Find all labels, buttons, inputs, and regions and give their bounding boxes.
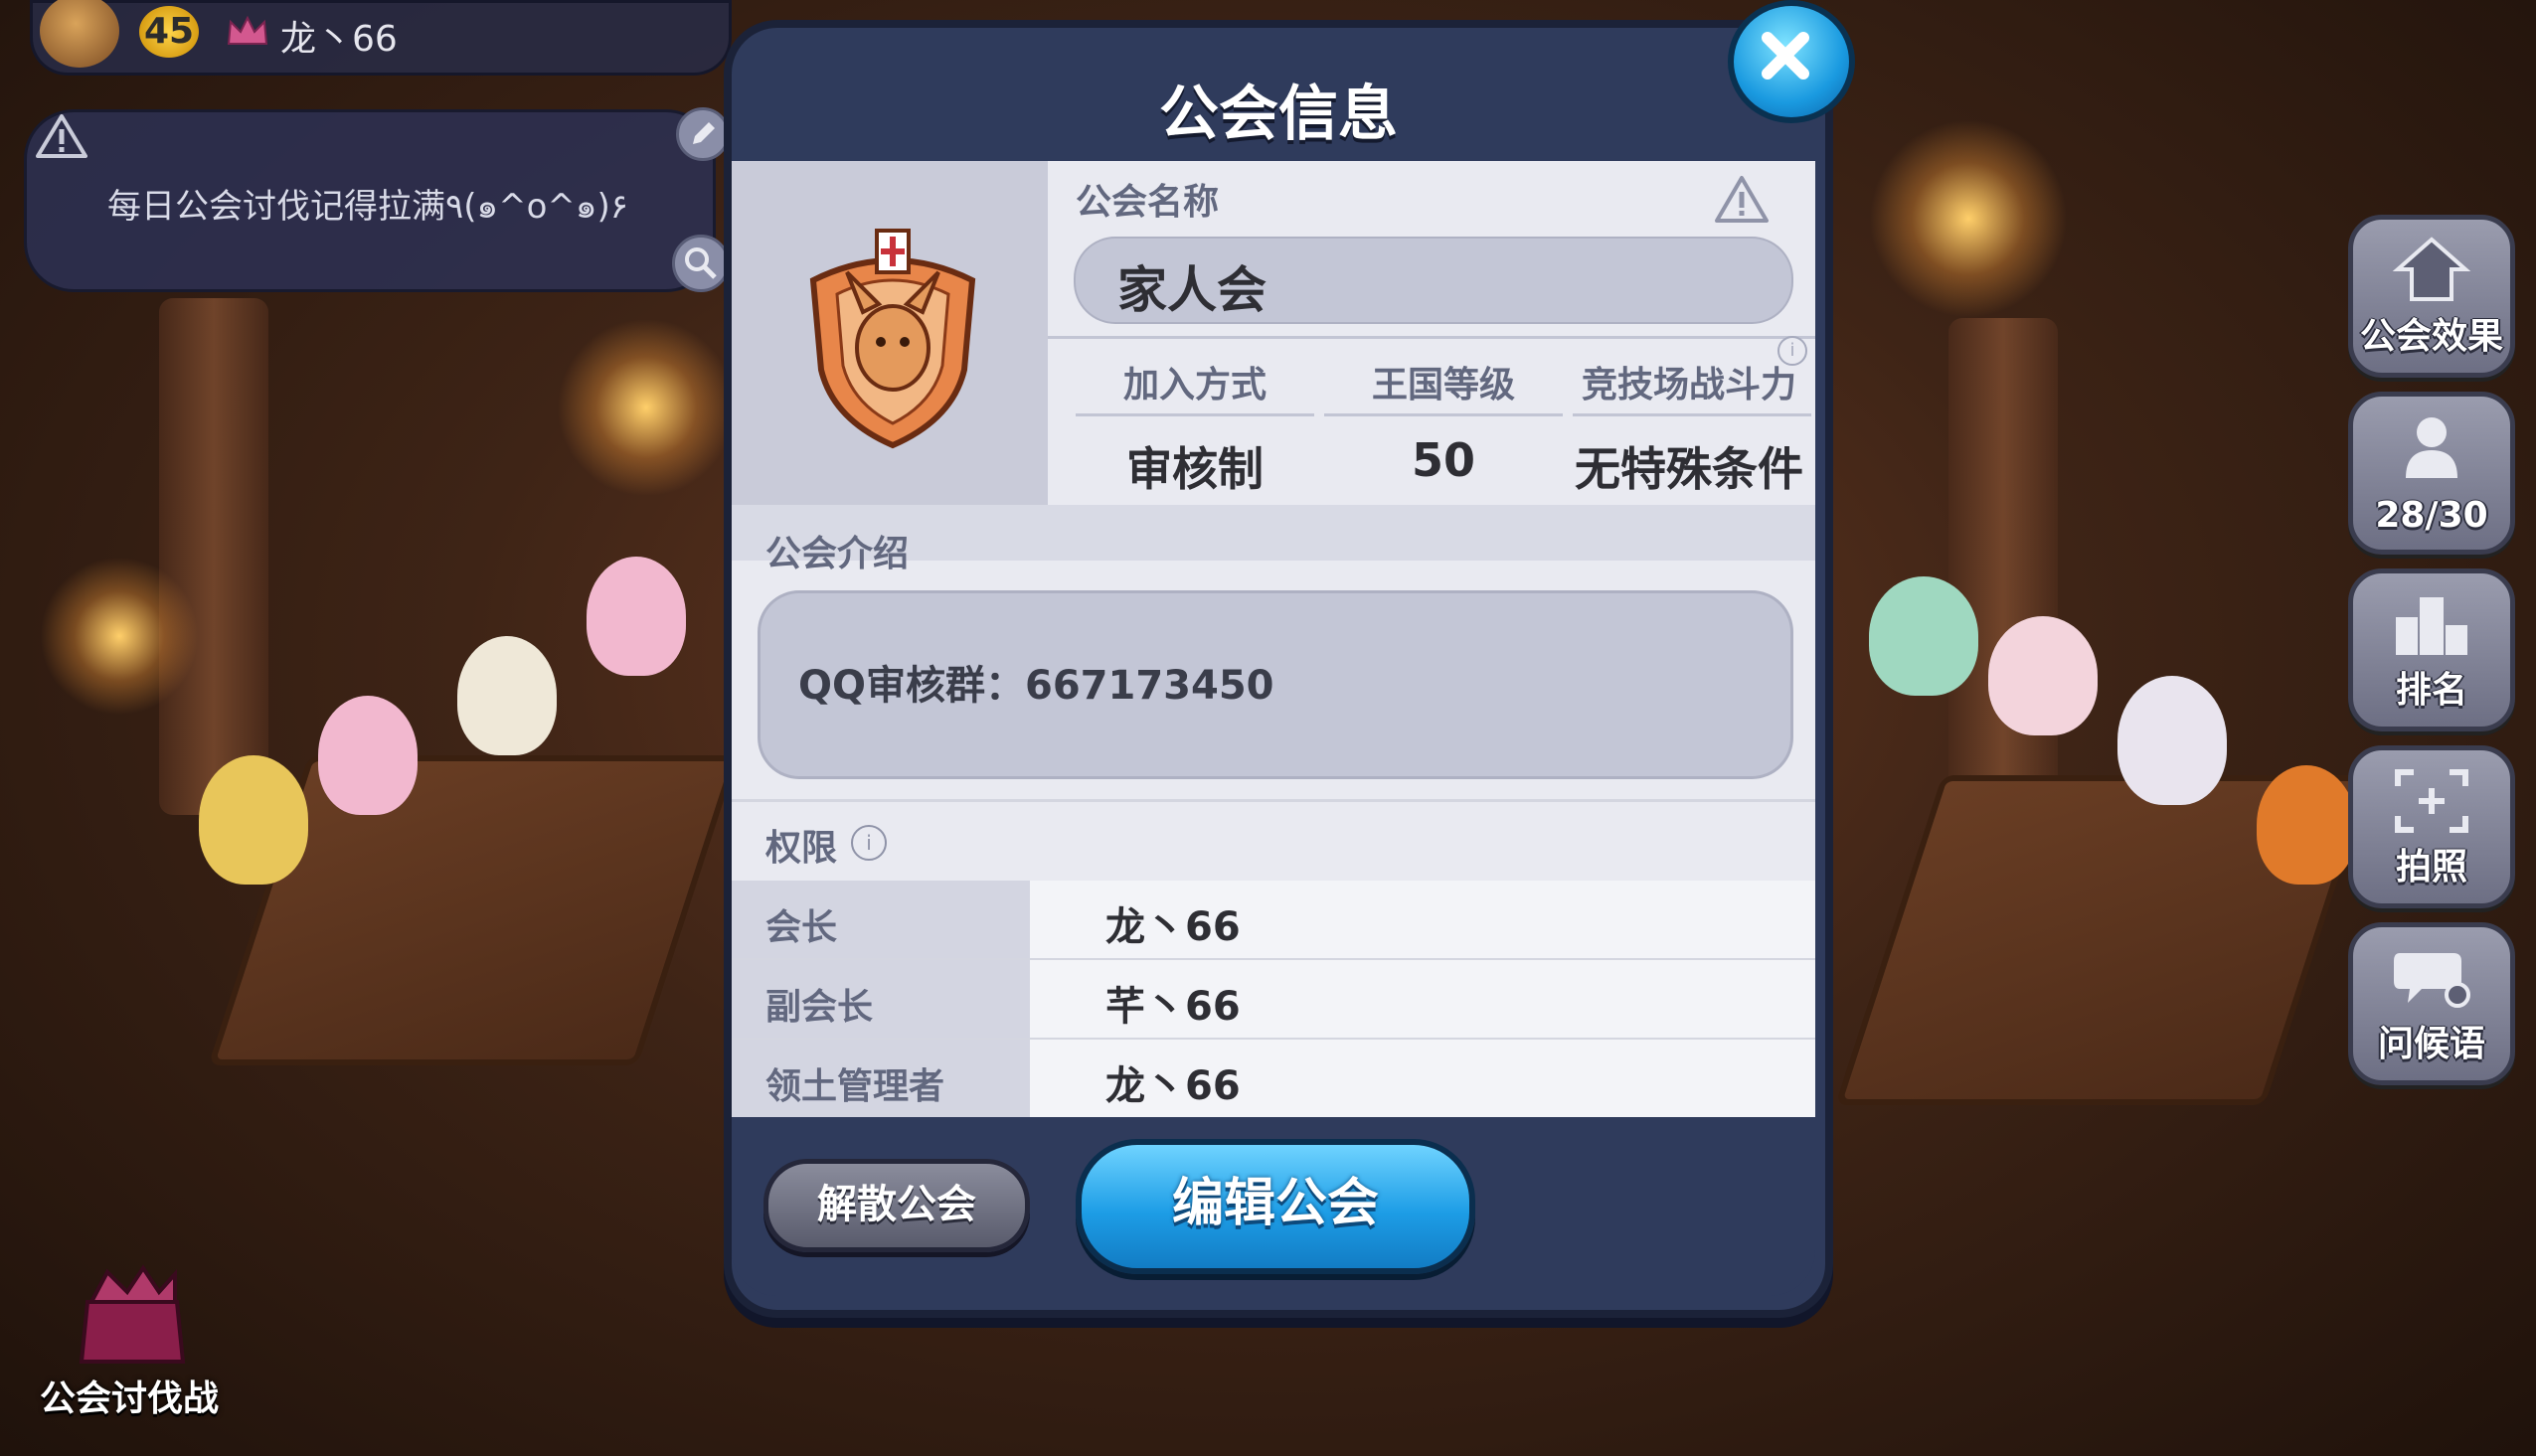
photo-label: 拍照 bbox=[2395, 847, 2467, 888]
permissions-info-icon[interactable]: i bbox=[851, 825, 887, 861]
join-method-column: 加入方式 bbox=[1076, 356, 1314, 407]
kingdom-level-value-cell: 50 bbox=[1324, 433, 1563, 487]
stat-rule bbox=[1324, 413, 1563, 416]
guild-notice-text: 每日公会讨伐记得拉满٩(๑^o^๑)۶ bbox=[107, 187, 628, 227]
dialog-title: 公会信息 bbox=[1159, 80, 1398, 149]
speech-bubble-gear-icon bbox=[2394, 953, 2470, 1008]
guild-intro-box: QQ审核群：667173450 bbox=[758, 590, 1793, 779]
guild-emblem-icon[interactable] bbox=[793, 221, 992, 451]
guild-name-value: 家人会 bbox=[1117, 261, 1267, 319]
arena-power-column: 竞技场战斗力 bbox=[1563, 356, 1815, 407]
edit-notice-icon[interactable] bbox=[676, 107, 730, 161]
kingdom-level-label: 王国等级 bbox=[1371, 365, 1515, 405]
role-name: 副会长 bbox=[765, 987, 874, 1028]
ranking-button[interactable]: 排名 bbox=[2348, 568, 2515, 731]
role-holder[interactable]: 龙丶66 bbox=[1105, 1053, 1241, 1111]
join-method-value: 审核制 bbox=[1126, 442, 1264, 496]
candle-glow bbox=[557, 318, 736, 497]
members-button[interactable]: 28/30 bbox=[2348, 392, 2515, 555]
role-row-vice-leader: 副会长 芊丶66 bbox=[732, 960, 1815, 1040]
intro-section-title: 公会介绍 bbox=[765, 534, 910, 574]
person-icon bbox=[2406, 417, 2457, 478]
arena-power-value: 无特殊条件 bbox=[1575, 442, 1803, 496]
guild-name-label: 公会名称 bbox=[1076, 182, 1220, 223]
join-method-value-cell: 审核制 bbox=[1076, 433, 1314, 499]
disband-guild-button[interactable]: 解散公会 bbox=[763, 1159, 1030, 1252]
guild-emblem-panel bbox=[732, 161, 1048, 505]
report-warning-icon[interactable] bbox=[1714, 175, 1770, 225]
kingdom-level-column: 王国等级 bbox=[1324, 356, 1563, 407]
role-holder[interactable]: 龙丶66 bbox=[1105, 894, 1241, 952]
guild-name-field: 家人会 bbox=[1074, 237, 1793, 324]
photo-button[interactable]: 拍照 bbox=[2348, 745, 2515, 908]
candle-glow bbox=[40, 557, 199, 716]
cookie-character bbox=[199, 755, 308, 885]
house-arrow-icon bbox=[2392, 237, 2471, 301]
stats-divider bbox=[1048, 336, 1815, 339]
guild-raid-label[interactable]: 公会讨伐战 bbox=[40, 1370, 219, 1421]
cookie-character bbox=[2257, 765, 2356, 885]
role-name: 会长 bbox=[765, 907, 838, 948]
arena-power-value-cell: 无特殊条件 bbox=[1563, 433, 1815, 499]
role-name-cell: 领土管理者 bbox=[732, 1040, 1030, 1117]
greeting-label: 问候语 bbox=[2377, 1024, 2485, 1064]
role-row-leader: 会长 龙丶66 bbox=[732, 881, 1815, 960]
arena-power-label: 竞技场战斗力 bbox=[1581, 365, 1796, 405]
member-count: 28/30 bbox=[2375, 495, 2488, 536]
role-name: 领土管理者 bbox=[765, 1066, 945, 1107]
candle-glow bbox=[1869, 119, 2068, 318]
close-button[interactable] bbox=[1728, 0, 1855, 123]
permissions-title: 权限 bbox=[765, 828, 838, 869]
cookie-character bbox=[318, 696, 418, 815]
podium-icon bbox=[2396, 597, 2467, 655]
arena-info-icon[interactable]: i bbox=[1777, 336, 1807, 366]
guild-effect-button[interactable]: 公会效果 bbox=[2348, 215, 2515, 378]
ranking-label: 排名 bbox=[2395, 670, 2467, 711]
permissions-section-band bbox=[732, 799, 1815, 888]
warning-icon[interactable] bbox=[36, 113, 87, 159]
join-method-label: 加入方式 bbox=[1122, 365, 1267, 405]
close-icon bbox=[1762, 32, 1809, 80]
greeting-button[interactable]: 问候语 bbox=[2348, 922, 2515, 1085]
crown-icon bbox=[227, 16, 268, 45]
guild-raid-icon[interactable] bbox=[68, 1262, 197, 1372]
cookie-character bbox=[457, 636, 557, 755]
camera-frame-icon bbox=[2395, 769, 2468, 833]
guild-intro-text: QQ审核群：667173450 bbox=[798, 663, 1274, 709]
role-name-cell: 副会长 bbox=[732, 960, 1030, 1038]
cookie-character bbox=[1988, 616, 2098, 735]
background-pillar bbox=[159, 298, 268, 815]
edit-guild-button[interactable]: 编辑公会 bbox=[1076, 1139, 1475, 1274]
cookie-character bbox=[1869, 576, 1978, 696]
role-row-territory-manager: 领土管理者 龙丶66 bbox=[732, 1040, 1815, 1117]
role-holder[interactable]: 芊丶66 bbox=[1105, 974, 1241, 1032]
kingdom-level-value: 50 bbox=[1411, 433, 1475, 487]
profile-name: 龙丶66 bbox=[280, 19, 398, 60]
cookie-character bbox=[2117, 676, 2227, 805]
level-badge: 45 bbox=[139, 6, 199, 58]
search-icon[interactable] bbox=[672, 235, 730, 292]
dialog-content: 公会名称 家人会 加入方式 审核制 王国等级 50 竞技场战斗力 无特殊条件 i… bbox=[732, 161, 1815, 1117]
guild-effect-label: 公会效果 bbox=[2359, 316, 2503, 357]
stat-rule bbox=[1573, 413, 1811, 416]
stat-rule bbox=[1076, 413, 1314, 416]
background-pillar bbox=[1948, 318, 2058, 855]
role-name-cell: 会长 bbox=[732, 881, 1030, 958]
cookie-character bbox=[587, 557, 686, 676]
